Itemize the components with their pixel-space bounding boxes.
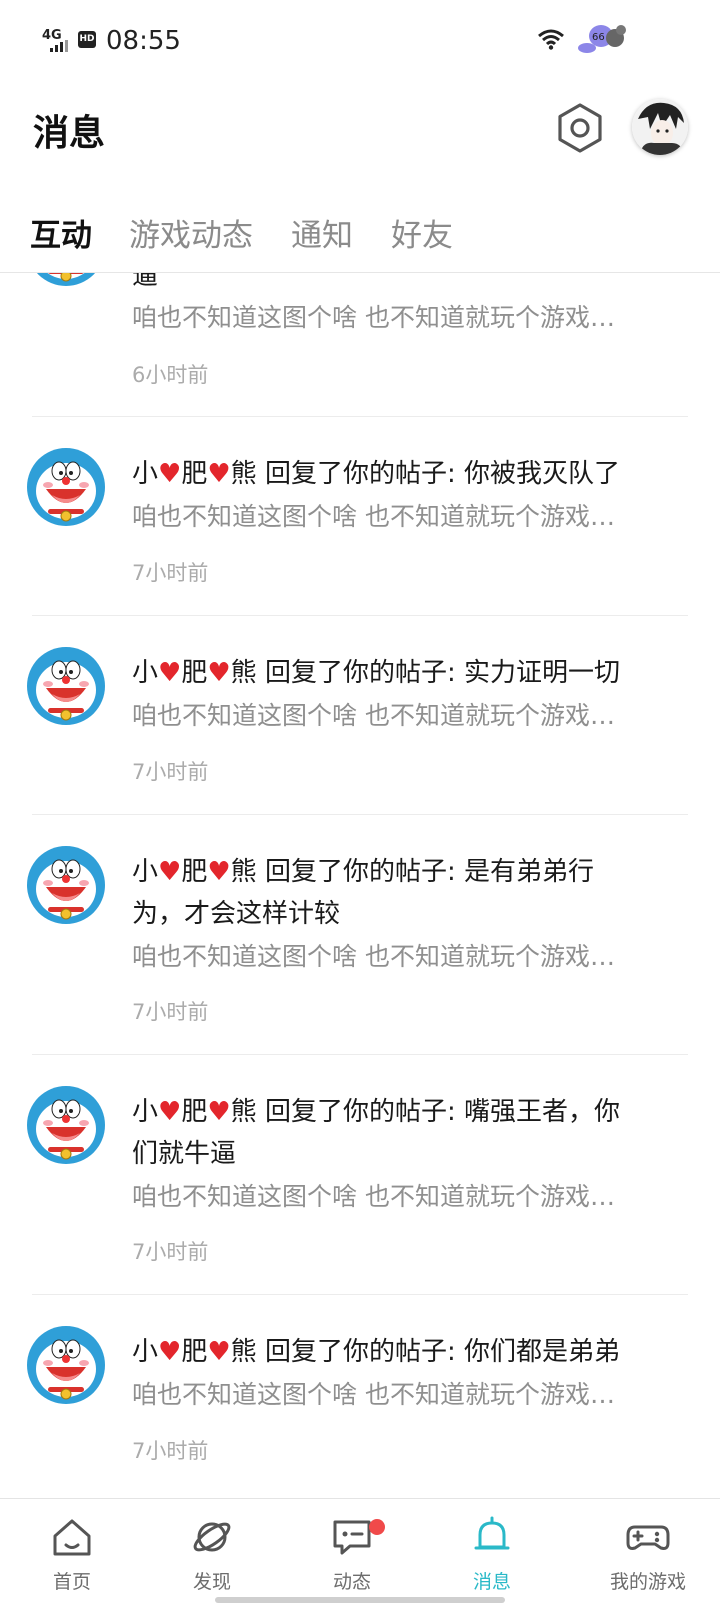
timestamp: 7小时前	[132, 561, 209, 585]
nav-discover[interactable]: 发现	[140, 1499, 284, 1606]
bell-icon	[474, 1516, 510, 1550]
message-content: 你被我灭队了	[463, 459, 620, 489]
message-line: 小♥肥♥熊 回复了你的帖子: 你被我灭队了	[132, 453, 620, 490]
heart-icon: ♥	[207, 459, 231, 489]
timestamp: 7小时前	[132, 1000, 209, 1024]
user-avatar-doraemon[interactable]	[26, 646, 106, 726]
heart-icon: ♥	[158, 1337, 182, 1367]
timestamp: 6小时前	[132, 363, 209, 387]
username[interactable]: 小♥肥♥熊	[132, 1337, 257, 1367]
home-icon	[53, 1519, 91, 1556]
hd-badge: HD	[78, 31, 96, 48]
message-line: 小♥肥♥熊 回复了你的帖子: 实力证明一切	[132, 652, 620, 689]
user-avatar-doraemon[interactable]	[26, 273, 106, 287]
message-content: 你们都是弟弟	[463, 1337, 620, 1367]
tab-friends[interactable]: 好友	[391, 210, 453, 255]
bottom-nav: 首页 发现 动态 消息 我的游戏	[0, 1498, 720, 1606]
divider	[32, 615, 688, 616]
post-preview: 咱也不知道这图个啥 也不知道就玩个游戏…	[132, 303, 615, 332]
divider	[32, 814, 688, 815]
nav-label: 发现	[192, 1571, 231, 1593]
nav-label: 消息	[472, 1571, 511, 1593]
heart-icon: ♥	[158, 857, 182, 887]
post-preview: 咱也不知道这图个啥 也不知道就玩个游戏…	[132, 1182, 615, 1211]
post-preview: 咱也不知道这图个啥 也不知道就玩个游戏…	[132, 942, 615, 971]
message-content: 嘴强王者，你	[463, 1097, 620, 1127]
user-avatar-doraemon[interactable]	[26, 845, 106, 925]
heart-icon: ♥	[158, 459, 182, 489]
post-preview: 咱也不知道这图个啥 也不知道就玩个游戏…	[132, 1380, 615, 1409]
nav-label: 首页	[52, 1571, 91, 1593]
user-avatar-doraemon[interactable]	[26, 1085, 106, 1165]
nav-home[interactable]: 首页	[0, 1499, 144, 1606]
clock: 08:55	[106, 26, 181, 56]
page-title: 消息	[33, 113, 106, 154]
post-preview: 咱也不知道这图个啥 也不知道就玩个游戏…	[132, 502, 615, 531]
action-text: 回复了你的帖子:	[264, 459, 456, 489]
notification-badge	[369, 1519, 385, 1535]
user-avatar[interactable]	[632, 99, 688, 155]
wifi-icon	[538, 29, 564, 50]
timestamp: 7小时前	[132, 1240, 209, 1264]
message-line: 小♥肥♥熊 回复了你的帖子: 嘴强王者，你	[132, 1091, 620, 1128]
heart-icon: ♥	[207, 857, 231, 887]
gamepad-icon	[626, 1525, 670, 1550]
action-text: 回复了你的帖子:	[264, 1097, 456, 1127]
nav-my-games[interactable]: 我的游戏	[576, 1499, 720, 1606]
message-line: 小♥肥♥熊 回复了你的帖子: 你们都是弟弟	[132, 1331, 620, 1368]
action-text: 回复了你的帖子:	[264, 857, 456, 887]
heart-icon: ♥	[207, 658, 231, 688]
status-bar: 4G HD 08:55 66	[0, 0, 720, 80]
post-preview: 咱也不知道这图个啥 也不知道就玩个游戏…	[132, 701, 615, 730]
username[interactable]: 小♥肥♥熊	[132, 1097, 257, 1127]
tab-notifications[interactable]: 通知	[291, 210, 353, 255]
message-line: 小♥肥♥熊 回复了你的帖子: 是有弟弟行	[132, 851, 594, 888]
timestamp: 7小时前	[132, 760, 209, 784]
nav-feed[interactable]: 动态	[280, 1499, 424, 1606]
timestamp: 7小时前	[132, 1439, 209, 1463]
tab-bar: 互动 游戏动态 通知 好友	[0, 200, 720, 273]
planet-icon	[193, 1522, 231, 1552]
heart-icon: ♥	[207, 1337, 231, 1367]
heart-icon: ♥	[158, 1097, 182, 1127]
message-content: 是有弟弟行	[463, 857, 594, 887]
tab-interaction[interactable]: 互动	[30, 210, 92, 255]
nav-messages[interactable]: 消息	[420, 1499, 564, 1606]
profile-picture-icon	[632, 99, 688, 155]
message-content: 逼	[132, 273, 159, 291]
message-list[interactable]: 逼 咱也不知道这图个啥 也不知道就玩个游戏… 6小时前 小♥肥♥熊 回复了你的帖…	[0, 273, 720, 1499]
message-content-cont: 们就牛逼	[132, 1139, 237, 1169]
chat-icon	[333, 1520, 371, 1555]
tab-game-news[interactable]: 游戏动态	[129, 210, 253, 255]
signal-icon	[50, 40, 70, 52]
action-text: 回复了你的帖子:	[264, 658, 456, 688]
settings-icon[interactable]	[556, 102, 604, 154]
divider	[32, 416, 688, 417]
heart-icon: ♥	[158, 658, 182, 688]
user-avatar-doraemon[interactable]	[26, 1325, 106, 1405]
heart-icon: ♥	[207, 1097, 231, 1127]
message-content: 实力证明一切	[463, 658, 620, 688]
username[interactable]: 小♥肥♥熊	[132, 857, 257, 887]
action-text: 回复了你的帖子:	[264, 1337, 456, 1367]
user-avatar-doraemon[interactable]	[26, 447, 106, 527]
battery-level: 66	[592, 32, 605, 43]
nav-label: 动态	[332, 1571, 371, 1593]
message-content-cont: 为，才会这样计较	[132, 899, 341, 929]
nav-label: 我的游戏	[609, 1571, 686, 1593]
username[interactable]: 小♥肥♥熊	[132, 658, 257, 688]
home-indicator[interactable]	[215, 1597, 505, 1603]
divider	[32, 1054, 688, 1055]
divider	[32, 1294, 688, 1295]
username[interactable]: 小♥肥♥熊	[132, 459, 257, 489]
